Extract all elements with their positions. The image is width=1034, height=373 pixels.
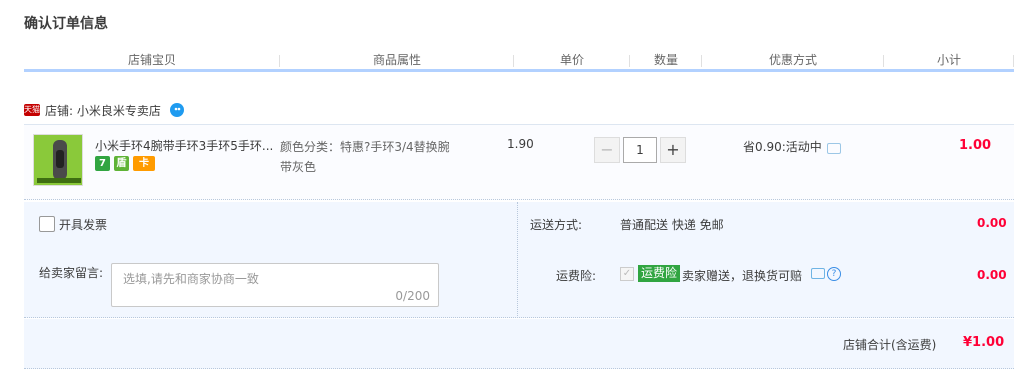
order-item-row: 小米手环4腕带手环3手环5手环... 7 盾 卡 颜色分类：特惠?手环3/4替换… xyxy=(24,124,1014,200)
seller-message-placeholder: 选填,请先和商家协商一致 xyxy=(123,272,259,286)
shop-name-link[interactable]: 店铺: 小米良米专卖店 xyxy=(45,102,161,119)
product-thumbnail[interactable] xyxy=(33,134,83,186)
guarantee-shield-icon[interactable]: 盾 xyxy=(114,156,129,171)
invoice-label: 开具发票 xyxy=(59,218,108,232)
shipping-fee: 0.00 xyxy=(977,216,1007,230)
insurance-checkbox[interactable]: ✓ xyxy=(620,267,634,281)
comment-icon[interactable] xyxy=(826,143,841,154)
quantity-input[interactable]: 1 xyxy=(623,137,657,163)
insurance-tag: 运费险 xyxy=(638,265,681,282)
order-options: 开具发票 给卖家留言: 选填,请先和商家协商一致 0/200 运送方式: 普通配… xyxy=(24,202,1014,318)
service-icons: 7 盾 卡 xyxy=(95,156,155,171)
col-shop-item: 店铺宝贝 xyxy=(24,50,280,72)
help-icon[interactable]: ? xyxy=(827,267,841,281)
seller-message-label: 给卖家留言: xyxy=(39,266,104,280)
unit-price: 1.90 xyxy=(507,137,534,151)
seven-day-return-icon[interactable]: 7 xyxy=(95,156,110,171)
shop-total-bar: 店铺合计(含运费) ¥1.00 xyxy=(24,319,1014,369)
discount-info: 省0.90:活动中 xyxy=(743,138,841,155)
shipping-label: 运送方式: xyxy=(530,218,583,232)
comment-icon[interactable] xyxy=(811,268,825,279)
insurance-icons: ? xyxy=(811,267,841,281)
seller-message-input[interactable]: 选填,请先和商家协商一致 0/200 xyxy=(111,263,439,307)
char-count: 0/200 xyxy=(395,289,430,303)
quantity-decrease-button[interactable]: − xyxy=(594,137,620,163)
col-unit-price: 单价 xyxy=(514,50,630,72)
shop-row: 天猫 店铺: 小米良米专卖店 xyxy=(24,100,185,120)
col-quantity: 数量 xyxy=(630,50,702,72)
shop-total-label: 店铺合计(含运费) xyxy=(843,338,937,352)
chat-icon[interactable] xyxy=(169,103,185,117)
product-title-link[interactable]: 小米手环4腕带手环3手环5手环... xyxy=(95,137,275,154)
col-discount: 优惠方式 xyxy=(702,50,884,72)
quantity-increase-button[interactable]: + xyxy=(660,137,686,163)
insurance-label: 运费险: xyxy=(556,269,597,283)
col-subtotal: 小计 xyxy=(884,50,1014,72)
item-subtotal: 1.00 xyxy=(959,138,992,153)
options-left-panel: 开具发票 给卖家留言: 选填,请先和商家协商一致 0/200 xyxy=(24,202,518,318)
column-header: 店铺宝贝 商品属性 单价 数量 优惠方式 小计 xyxy=(24,50,1014,72)
discount-text: 省0.90:活动中 xyxy=(743,140,822,154)
tmall-badge: 天猫 xyxy=(24,104,40,116)
insurance-fee: 0.00 xyxy=(977,268,1007,282)
invoice-checkbox[interactable] xyxy=(39,216,55,232)
page-title: 确认订单信息 xyxy=(24,16,108,32)
col-attribute: 商品属性 xyxy=(280,50,514,72)
product-attribute: 颜色分类：特惠?手环3/4替换腕带灰色 xyxy=(280,140,450,174)
insurance-description: 卖家赠送，退换货可赔 xyxy=(682,269,803,283)
shop-total-value: ¥1.00 xyxy=(963,335,1005,350)
credit-card-icon[interactable]: 卡 xyxy=(133,156,155,171)
shipping-method: 普通配送 快递 免邮 xyxy=(620,218,724,232)
quantity-stepper: − 1 + xyxy=(594,137,686,163)
